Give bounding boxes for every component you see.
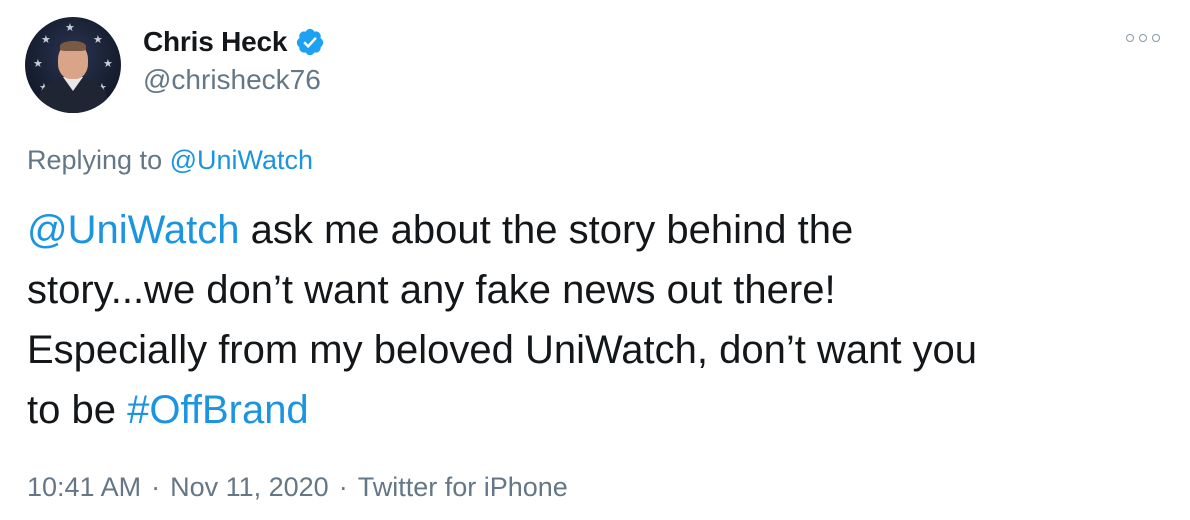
verified-badge-icon: [297, 28, 324, 56]
more-options-icon[interactable]: [1126, 30, 1160, 46]
more-dot: [1152, 34, 1160, 42]
tweet-mention-link[interactable]: @UniWatch: [27, 208, 240, 252]
avatar-star-decoration: ★: [93, 34, 103, 46]
tweet-line: @UniWatch ask me about the story behind …: [27, 200, 1167, 260]
avatar-star-decoration: ★: [41, 34, 51, 46]
tweet-line-text: ask me about the story behind the: [239, 208, 854, 252]
tweet-meta: 10:41 AM · Nov 11, 2020 · Twitter for iPhone: [27, 472, 568, 503]
avatar-hair: [60, 41, 86, 51]
avatar-star-decoration: ★: [103, 58, 113, 70]
avatar[interactable]: ★ ★ ★ ★ ★ ★ ★: [25, 17, 121, 113]
author-name-row: Chris Heck: [143, 22, 325, 62]
author-handle[interactable]: @chrisheck76: [143, 64, 321, 96]
avatar-star-decoration: ★: [33, 58, 43, 70]
more-dot: [1126, 34, 1134, 42]
replying-to: Replying to @UniWatch: [27, 145, 313, 176]
replying-to-mention-link[interactable]: @UniWatch: [170, 145, 313, 175]
replying-to-prefix: Replying to: [27, 145, 170, 175]
meta-separator: ·: [338, 472, 348, 502]
meta-separator: ·: [151, 472, 161, 502]
more-dot: [1139, 34, 1147, 42]
avatar-star-decoration: ★: [65, 22, 75, 34]
tweet-source[interactable]: Twitter for iPhone: [358, 472, 568, 502]
tweet-line: to be #OffBrand: [27, 380, 1167, 440]
tweet-line-text: to be: [27, 388, 128, 432]
hashtag-link[interactable]: #OffBrand: [127, 388, 309, 432]
tweet-text: @UniWatch ask me about the story behind …: [27, 200, 1167, 440]
author-name[interactable]: Chris Heck: [143, 26, 287, 58]
tweet-line: Especially from my beloved UniWatch, don…: [27, 328, 978, 372]
tweet-line: story...we don’t want any fake news out …: [27, 268, 836, 312]
tweet-date[interactable]: Nov 11, 2020: [170, 472, 329, 502]
tweet-time[interactable]: 10:41 AM: [27, 472, 141, 502]
